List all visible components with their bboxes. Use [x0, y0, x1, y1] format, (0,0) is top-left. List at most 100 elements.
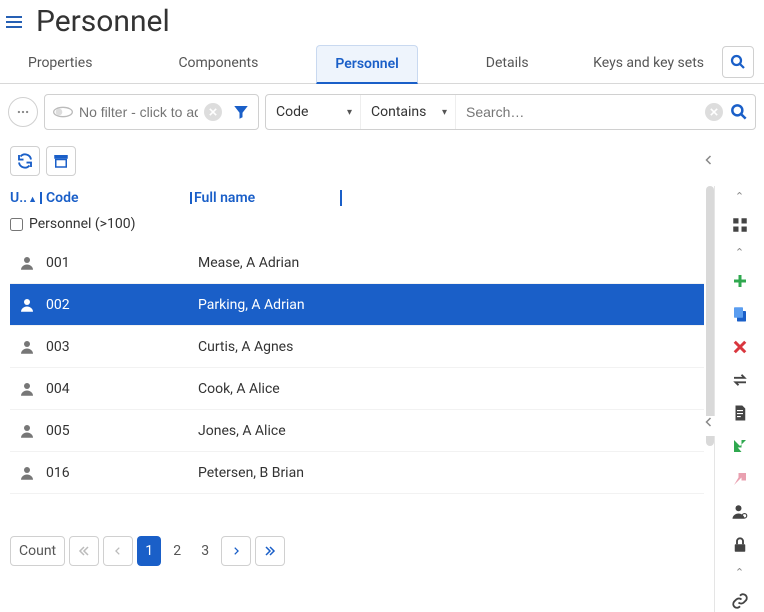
rail-chevron-up[interactable]: ⌃: [735, 190, 744, 203]
filter-operator-select[interactable]: Contains ▾: [361, 95, 456, 129]
cell-name: Cook, A Alice: [194, 381, 704, 397]
rail-collapse-button[interactable]: [703, 154, 723, 174]
filter-clear-button[interactable]: [204, 103, 222, 121]
tab-keys[interactable]: Keys and key sets: [575, 45, 722, 83]
grid-icon: [731, 216, 749, 234]
group-row-personnel[interactable]: Personnel (>100): [10, 210, 704, 242]
table-row[interactable]: 002Parking, A Adrian: [10, 284, 704, 326]
archive-icon: [52, 152, 70, 170]
person-gear-icon: [731, 503, 749, 521]
filter-field-select[interactable]: Code ▾: [266, 95, 361, 129]
rail-swap-button[interactable]: [728, 368, 752, 391]
table-row[interactable]: 005Jones, A Alice: [10, 410, 704, 452]
tab-properties[interactable]: Properties: [10, 45, 110, 83]
rail-person-settings-button[interactable]: [728, 500, 752, 523]
table-row[interactable]: 016Petersen, B Brian: [10, 452, 704, 494]
search-icon: [729, 102, 749, 122]
tabs: Properties Components Personnel Details …: [10, 45, 722, 83]
search-input[interactable]: [466, 104, 699, 120]
group-label: Personnel (>100): [29, 216, 135, 232]
search-button[interactable]: [729, 102, 749, 122]
table-row[interactable]: 003Curtis, A Agnes: [10, 326, 704, 368]
person-icon: [10, 422, 44, 440]
rail-import-button[interactable]: [728, 434, 752, 457]
table-header: U..▲ Code Full name: [10, 186, 704, 210]
cell-code: 005: [44, 423, 194, 439]
rail-link-button[interactable]: [728, 589, 752, 612]
cell-name: Parking, A Adrian: [194, 297, 704, 313]
rail-add-button[interactable]: [728, 269, 752, 292]
cell-name: Petersen, B Brian: [194, 465, 704, 481]
chevron-left-icon: [703, 416, 715, 428]
chevron-right-icon: [231, 546, 241, 556]
rail-lock-button[interactable]: [728, 533, 752, 556]
cell-code: 016: [44, 465, 194, 481]
filter-field-value: Code: [276, 104, 308, 120]
tab-details[interactable]: Details: [468, 45, 547, 83]
import-icon: [731, 437, 749, 455]
rail-collapse-button-2[interactable]: [703, 416, 723, 436]
rail-delete-button[interactable]: [728, 335, 752, 358]
pagination-page-1[interactable]: 1: [137, 536, 161, 566]
search-icon: [729, 53, 747, 71]
column-header-code[interactable]: Code: [42, 190, 190, 206]
rail-export-button[interactable]: [728, 467, 752, 490]
person-icon: [10, 464, 44, 482]
table-row[interactable]: 004Cook, A Alice: [10, 368, 704, 410]
cell-name: Curtis, A Agnes: [194, 339, 704, 355]
person-icon: [10, 380, 44, 398]
refresh-button[interactable]: [10, 146, 40, 176]
column-header-name[interactable]: Full name: [190, 190, 340, 206]
right-rail: ⌃ ⌃: [714, 186, 764, 612]
table-row[interactable]: 001Mease, A Adrian: [10, 242, 704, 284]
filter-toggle-icon[interactable]: [53, 105, 73, 119]
scrollbar[interactable]: [706, 186, 714, 446]
menu-hamburger-icon[interactable]: [6, 11, 28, 33]
pagination-prev-button[interactable]: [103, 536, 133, 566]
delete-icon: [731, 338, 749, 356]
chevron-double-right-icon: [264, 545, 276, 557]
chevron-double-left-icon: [78, 545, 90, 557]
rail-copy-button[interactable]: [728, 302, 752, 325]
pagination: Count 1 2 3: [10, 536, 285, 566]
person-icon: [10, 296, 44, 314]
person-icon: [10, 254, 44, 272]
more-options-button[interactable]: [8, 97, 38, 127]
export-icon: [731, 470, 749, 488]
chevron-left-icon: [703, 154, 715, 166]
column-header-u[interactable]: U..▲: [10, 190, 42, 206]
archive-button[interactable]: [46, 146, 76, 176]
chevron-left-icon: [113, 546, 123, 556]
cell-name: Jones, A Alice: [194, 423, 704, 439]
tab-components[interactable]: Components: [160, 45, 276, 83]
pagination-first-button[interactable]: [69, 536, 99, 566]
sort-asc-icon: ▲: [28, 195, 37, 205]
rail-chevron-up[interactable]: ⌃: [735, 246, 744, 259]
lock-icon: [731, 536, 749, 554]
rail-chevron-up[interactable]: ⌃: [735, 566, 744, 579]
cell-code: 002: [44, 297, 194, 313]
pagination-count-button[interactable]: Count: [10, 536, 65, 566]
group-checkbox[interactable]: [10, 218, 23, 231]
pagination-last-button[interactable]: [255, 536, 285, 566]
ellipsis-icon: [16, 105, 30, 119]
chevron-down-icon: ▾: [442, 107, 447, 118]
rail-grid-button[interactable]: [728, 213, 752, 236]
filter-operator-value: Contains: [371, 104, 426, 120]
tab-personnel[interactable]: Personnel: [316, 45, 417, 84]
pagination-next-button[interactable]: [221, 536, 251, 566]
filter-apply-button[interactable]: [228, 103, 254, 121]
cell-code: 001: [44, 255, 194, 271]
rail-document-button[interactable]: [728, 401, 752, 424]
copy-icon: [731, 305, 749, 323]
tab-search-button[interactable]: [722, 46, 754, 78]
filter-text-input[interactable]: [79, 104, 198, 120]
search-clear-button[interactable]: [705, 103, 723, 121]
person-icon: [10, 338, 44, 356]
pagination-page-2[interactable]: 2: [165, 536, 189, 566]
chevron-down-icon: ▾: [347, 107, 352, 118]
link-icon: [731, 592, 749, 610]
pagination-page-3[interactable]: 3: [193, 536, 217, 566]
close-icon: [209, 108, 217, 116]
close-icon: [710, 108, 718, 116]
